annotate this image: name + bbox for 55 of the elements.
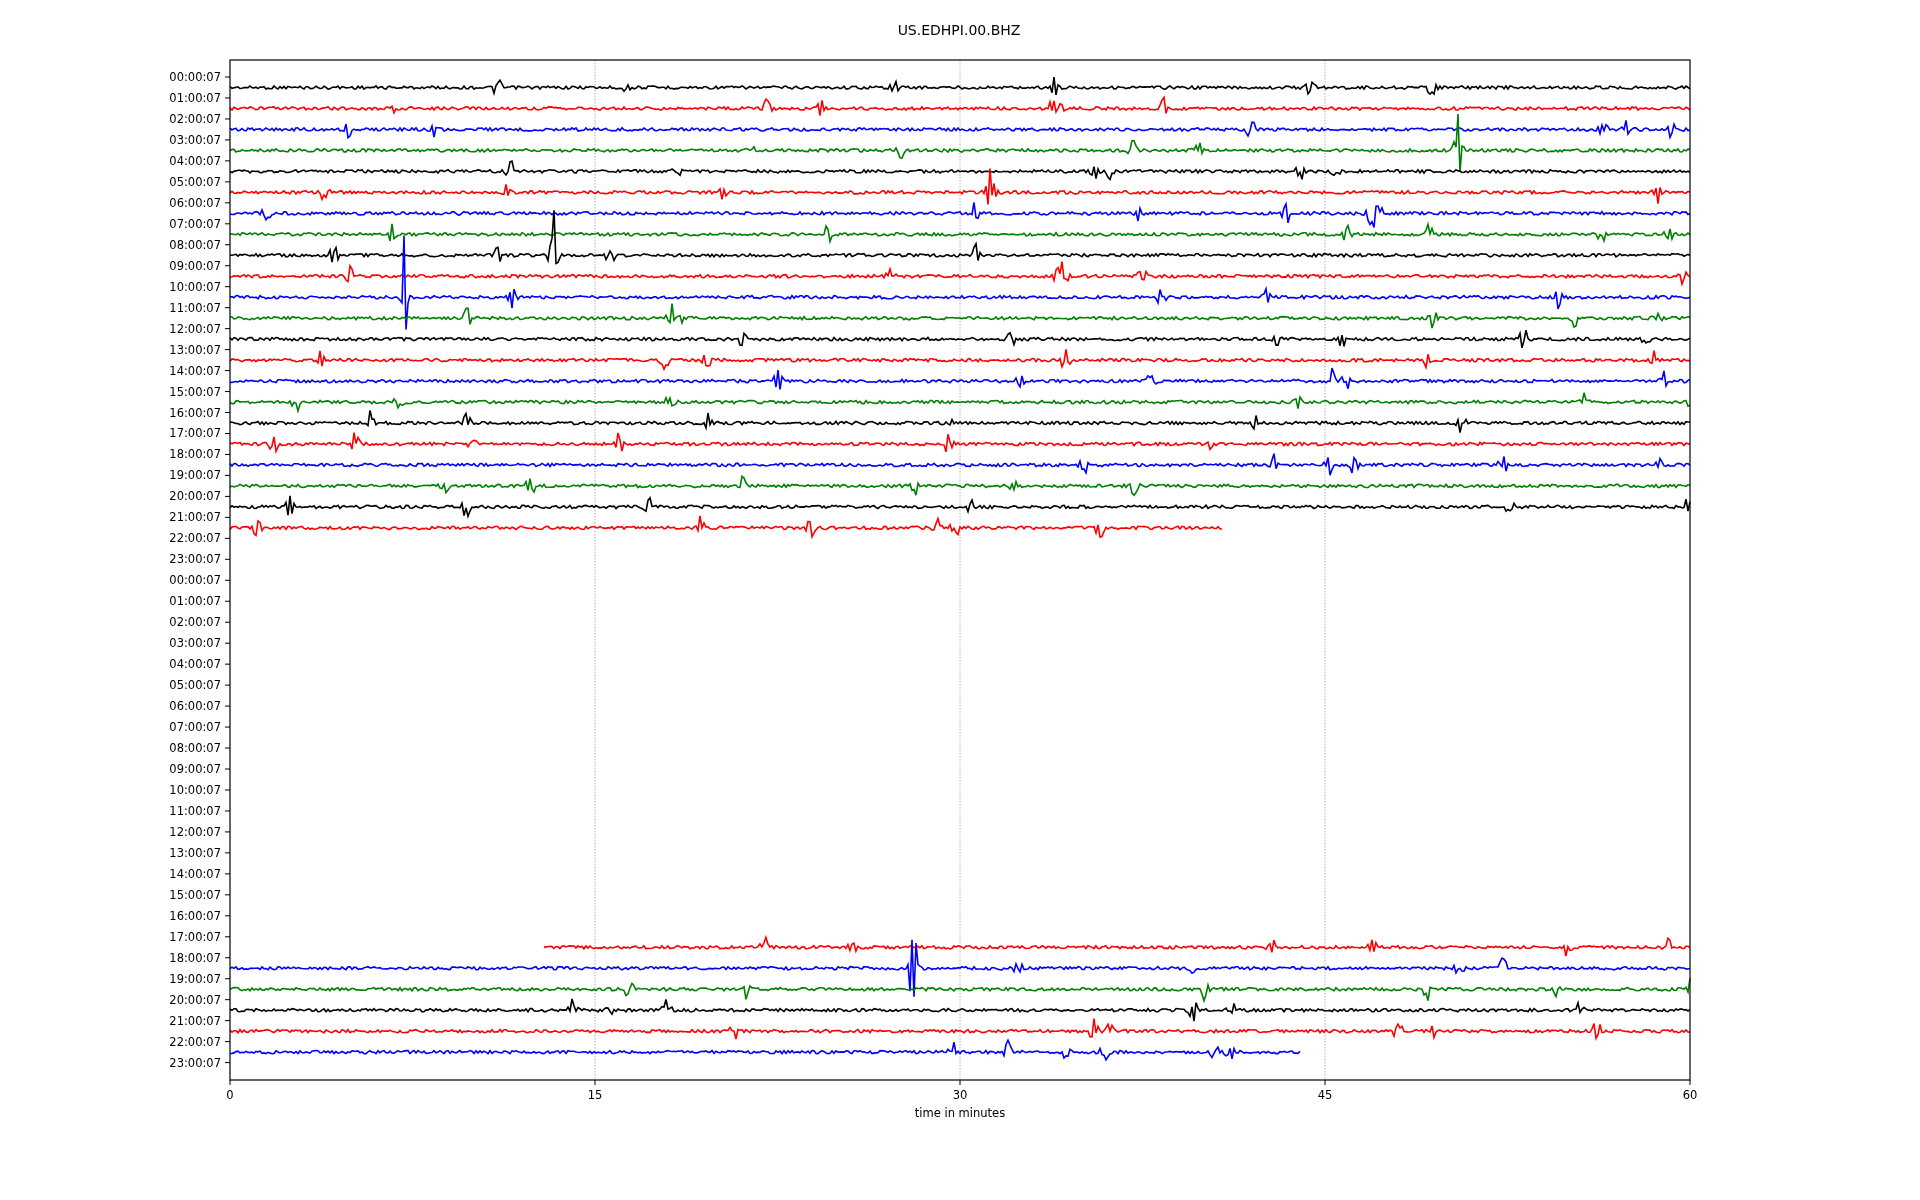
axis-tick-label: 21:00:07: [169, 510, 221, 525]
axis-tick-label: 15:00:07: [169, 384, 221, 399]
axis-tick-label: 20:00:07: [169, 992, 221, 1007]
axis-tick-label: 16:00:07: [169, 908, 221, 923]
axis-tick-label: 18:00:07: [169, 950, 221, 965]
axis-tick-label: 03:00:07: [169, 132, 221, 147]
chart-title: US.EDHPI.00.BHZ: [897, 22, 1021, 38]
axis-tick-label: 05:00:07: [169, 678, 221, 693]
axis-tick-label: 12:00:07: [169, 321, 221, 336]
axis-tick-label: 00:00:07: [169, 70, 221, 84]
axis-tick-label: 19:00:07: [169, 971, 221, 986]
axis-tick-label: 01:00:07: [169, 594, 221, 609]
axis-tick-label: 17:00:07: [169, 929, 221, 944]
axis-tick-label: 20:00:07: [169, 489, 221, 504]
axis-tick-label: 09:00:07: [169, 762, 221, 776]
axis-tick-label: 23:00:07: [169, 1055, 221, 1070]
axis-tick-label: 21:00:07: [169, 1013, 221, 1028]
axis-tick-label: 02:00:07: [169, 615, 221, 630]
axis-tick-label: 10:00:07: [169, 783, 221, 797]
axis-tick-label: 11:00:07: [169, 300, 221, 315]
axis-tick-label: 45: [1317, 1088, 1333, 1102]
axis-tick-label: 08:00:07: [169, 237, 221, 252]
axis-tick-label: 16:00:07: [169, 405, 221, 420]
axis-tick-label: 22:00:07: [169, 531, 221, 546]
axis-tick-label: 05:00:07: [169, 174, 221, 189]
axis-tick-label: 22:00:07: [169, 1034, 221, 1049]
axis-tick-label: 02:00:07: [169, 111, 221, 126]
axis-tick-label: 30: [952, 1088, 968, 1102]
axis-tick-label: 06:00:07: [169, 699, 221, 714]
axis-tick-label: 15:00:07: [169, 887, 221, 902]
axis-tick-label: 19:00:07: [169, 468, 221, 483]
axis-tick-label: 14:00:07: [169, 866, 221, 881]
axis-tick-label: 13:00:07: [169, 342, 221, 357]
axis-tick-label: 12:00:07: [169, 824, 221, 839]
axis-tick-label: 07:00:07: [169, 216, 221, 231]
axis-tick-label: 11:00:07: [169, 803, 221, 818]
axis-tick-label: 06:00:07: [169, 195, 221, 210]
axis-tick-label: 10:00:07: [169, 279, 221, 294]
axis-tick-label: 07:00:07: [169, 720, 221, 735]
axis-tick-label: 00:00:07: [169, 573, 221, 588]
axis-tick-label: 04:00:07: [169, 657, 221, 672]
axis-label: time in minutes: [914, 1106, 1006, 1120]
axis-tick-label: 23:00:07: [169, 552, 221, 567]
axis-tick-label: 0: [226, 1088, 234, 1102]
axis-tick-label: 03:00:07: [169, 636, 221, 651]
axis-tick-label: 08:00:07: [169, 741, 221, 756]
axis-tick-label: 18:00:07: [169, 447, 221, 462]
axis-tick-label: 60: [1682, 1088, 1698, 1102]
axis-tick-label: 09:00:07: [169, 258, 221, 273]
axis-tick-label: 13:00:07: [169, 845, 221, 860]
axis-tick-label: 01:00:07: [169, 90, 221, 105]
axis-tick-label: 17:00:07: [169, 426, 221, 441]
axis-tick-label: 15: [587, 1088, 603, 1102]
axis-tick-label: 04:00:07: [169, 153, 221, 168]
axis-tick-label: 14:00:07: [169, 363, 221, 378]
